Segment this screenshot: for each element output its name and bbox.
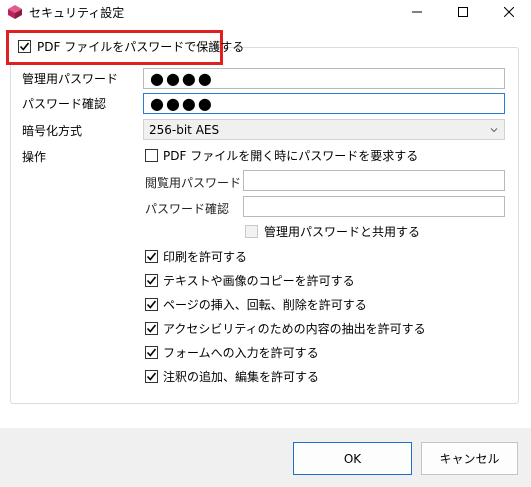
check-icon <box>146 348 157 357</box>
permission-accessibility-checkbox[interactable] <box>145 322 158 335</box>
viewer-password-input[interactable] <box>243 170 505 191</box>
require-open-password-checkbox[interactable] <box>145 149 158 162</box>
cancel-button[interactable]: キャンセル <box>421 442 518 475</box>
operations-label: 操作 <box>22 150 47 164</box>
close-icon <box>504 7 514 17</box>
viewer-confirm-input[interactable] <box>243 196 505 217</box>
owner-confirm-label: パスワード確認 <box>22 97 107 111</box>
protect-checkbox[interactable] <box>18 40 31 53</box>
owner-password-label: 管理用パスワード <box>22 72 119 86</box>
permission-print-checkbox[interactable] <box>145 250 158 263</box>
encryption-select[interactable]: 256-bit AES <box>143 119 505 140</box>
owner-password-value: ●●●● <box>150 69 214 88</box>
close-button[interactable] <box>486 0 531 24</box>
check-icon <box>146 252 157 261</box>
require-open-password-label: PDF ファイルを開く時にパスワードを要求する <box>163 149 419 163</box>
permission-forms-checkbox[interactable] <box>145 346 158 359</box>
owner-password-input[interactable]: ●●●● <box>143 68 505 89</box>
encryption-selected-value: 256-bit AES <box>149 123 220 137</box>
permission-accessibility-label: アクセシビリティのための内容の抽出を許可する <box>163 322 426 336</box>
share-with-owner-label: 管理用パスワードと共用する <box>264 225 421 239</box>
check-icon <box>146 372 157 381</box>
permission-copy-label: テキストや画像のコピーを許可する <box>163 274 355 288</box>
viewer-password-label: 閲覧用パスワード <box>145 176 242 190</box>
check-icon <box>146 300 157 309</box>
permission-print-label: 印刷を許可する <box>163 250 248 264</box>
owner-confirm-input[interactable]: ●●●● <box>143 93 505 114</box>
maximize-button[interactable] <box>440 0 486 24</box>
check-icon <box>146 324 157 333</box>
ok-button[interactable]: OK <box>293 442 412 475</box>
window-title: セキュリティ設定 <box>29 6 125 20</box>
minimize-button[interactable] <box>394 0 440 24</box>
encryption-label: 暗号化方式 <box>22 124 83 138</box>
minimize-icon <box>412 11 422 13</box>
share-with-owner-checkbox[interactable] <box>245 225 258 238</box>
permission-copy-checkbox[interactable] <box>145 274 158 287</box>
permission-forms-label: フォームへの入力を許可する <box>163 346 319 360</box>
permission-pages-checkbox[interactable] <box>145 298 158 311</box>
permission-pages-label: ページの挿入、回転、削除を許可する <box>163 298 367 312</box>
owner-confirm-value: ●●●● <box>150 94 214 113</box>
viewer-confirm-label: パスワード確認 <box>145 202 230 216</box>
chevron-down-icon <box>490 128 498 133</box>
app-logo-icon <box>7 4 23 20</box>
permission-annotations-checkbox[interactable] <box>145 370 158 383</box>
permission-annotations-label: 注釈の追加、編集を許可する <box>163 370 320 384</box>
check-icon <box>146 276 157 285</box>
check-icon <box>19 42 30 51</box>
maximize-icon <box>458 7 468 17</box>
protect-label: PDF ファイルをパスワードで保護する <box>37 40 245 54</box>
